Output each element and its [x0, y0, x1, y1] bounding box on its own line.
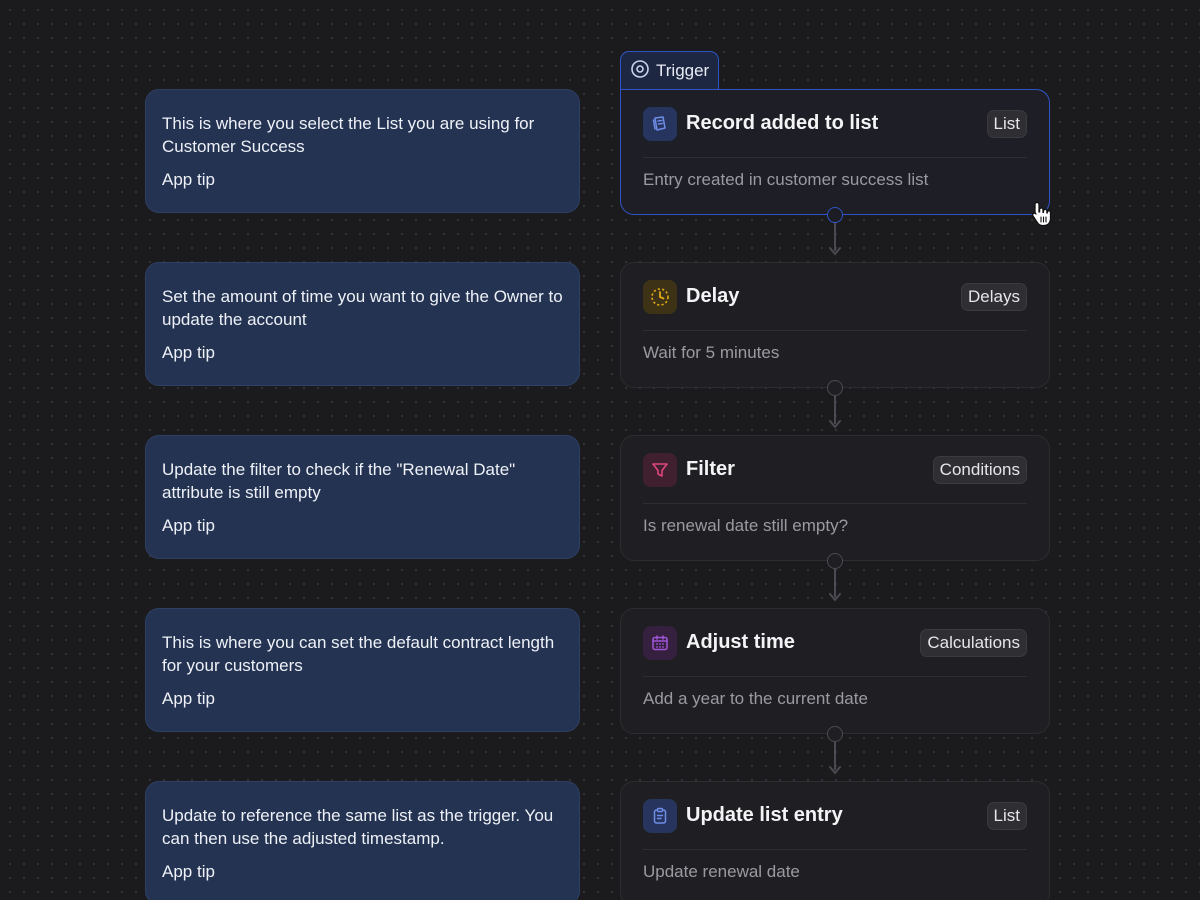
node-category-badge: List	[986, 109, 1027, 138]
node-description: Entry created in customer success list	[643, 170, 929, 189]
workflow-node-record-added[interactable]: Record added to list List Entry created …	[620, 89, 1050, 215]
app-tip-label: App tip	[162, 170, 215, 189]
app-tip-card: This is where you select the List you ar…	[145, 89, 580, 213]
clipboard-icon	[643, 798, 677, 833]
workflow-node-adjust-time[interactable]: Adjust time Calculations Add a year to t…	[620, 608, 1050, 734]
app-tip-text: This is where you select the List you ar…	[162, 114, 535, 156]
node-description: Is renewal date still empty?	[643, 516, 849, 535]
node-title: Adjust time	[686, 631, 795, 653]
node-description: Add a year to the current date	[643, 689, 868, 708]
trigger-tab-label: Trigger	[656, 61, 710, 80]
node-description: Update renewal date	[643, 862, 800, 881]
node-category-badge: List	[986, 801, 1027, 830]
node-category-badge: Conditions	[932, 455, 1027, 484]
app-tip-card: Set the amount of time you want to give …	[145, 262, 580, 386]
app-tip-card: This is where you can set the default co…	[145, 608, 580, 732]
node-title: Filter	[686, 458, 735, 480]
connector-handle[interactable]	[827, 726, 843, 742]
calendar-icon	[643, 625, 677, 660]
app-tip-text: This is where you can set the default co…	[162, 633, 555, 675]
connector-handle[interactable]	[827, 553, 843, 569]
workflow-node-update-list-entry[interactable]: Update list entry List Update renewal da…	[620, 781, 1050, 900]
app-tip-card: Update the filter to check if the "Renew…	[145, 435, 580, 559]
filter-funnel-icon	[643, 452, 677, 487]
workflow-node-filter[interactable]: Filter Conditions Is renewal date still …	[620, 435, 1050, 561]
list-record-icon	[643, 106, 677, 141]
node-title: Record added to list	[686, 112, 879, 134]
app-tip-text: Set the amount of time you want to give …	[162, 287, 563, 329]
arrow-down-icon	[829, 247, 841, 256]
connector-handle[interactable]	[827, 380, 843, 396]
app-tip-text: Update the filter to check if the "Renew…	[162, 460, 516, 502]
node-description: Wait for 5 minutes	[643, 343, 780, 362]
app-tip-label: App tip	[162, 516, 215, 535]
app-tip-label: App tip	[162, 862, 215, 881]
node-category-badge: Calculations	[920, 628, 1027, 657]
connector-handle[interactable]	[827, 207, 843, 223]
app-tip-label: App tip	[162, 343, 215, 362]
workflow-canvas[interactable]: Trigger This is where you select the Lis…	[0, 0, 1200, 900]
workflow-node-delay[interactable]: Delay Delays Wait for 5 minutes	[620, 262, 1050, 388]
hand-pointer-cursor-icon	[1032, 201, 1052, 227]
arrow-down-icon	[829, 593, 841, 602]
arrow-down-icon	[829, 766, 841, 775]
node-title: Delay	[686, 285, 740, 307]
node-category-badge: Delays	[961, 282, 1027, 311]
target-circle-icon	[630, 59, 650, 84]
timer-icon	[643, 279, 677, 314]
app-tip-card: Update to reference the same list as the…	[145, 781, 580, 900]
trigger-tab[interactable]: Trigger	[620, 51, 720, 90]
app-tip-text: Update to reference the same list as the…	[162, 806, 554, 848]
arrow-down-icon	[829, 420, 841, 429]
app-tip-label: App tip	[162, 689, 215, 708]
node-title: Update list entry	[686, 804, 843, 826]
